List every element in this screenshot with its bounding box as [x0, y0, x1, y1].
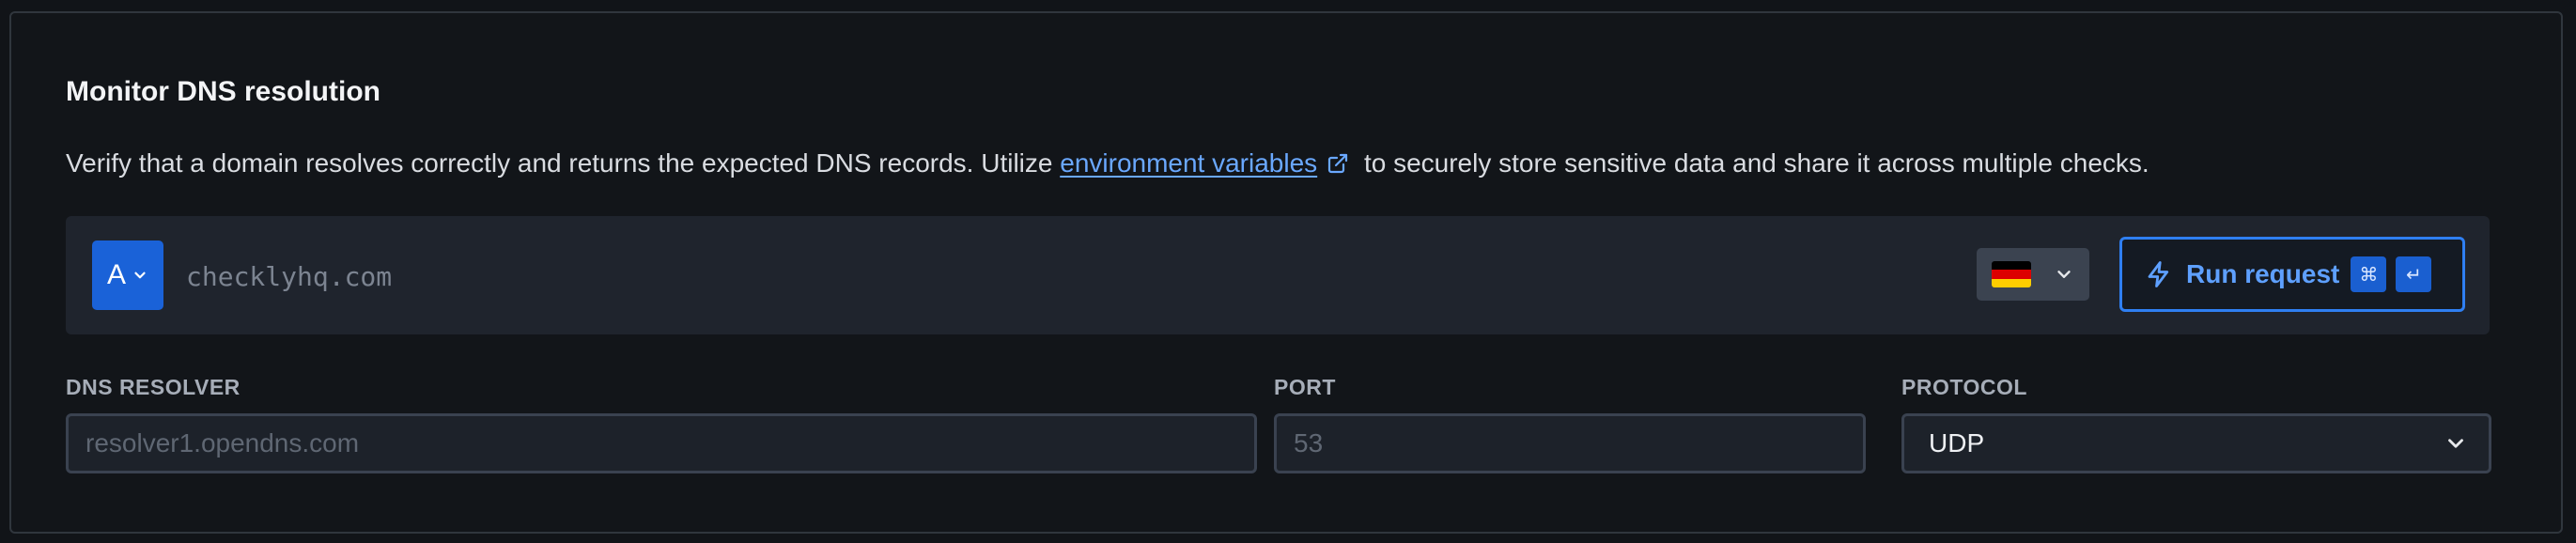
description-text-before: Verify that a domain resolves correctly … — [66, 148, 1061, 178]
protocol-value: UDP — [1929, 428, 1985, 458]
location-select[interactable] — [1977, 248, 2089, 301]
dns-monitor-card: Monitor DNS resolution Verify that a dom… — [9, 11, 2563, 534]
description-text-after: to securely store sensitive data and sha… — [1357, 148, 2149, 178]
run-request-button[interactable]: Run request ⌘ ↵ — [2119, 237, 2465, 312]
section-description: Verify that a domain resolves correctly … — [66, 147, 2149, 180]
protocol-label: PROTOCOL — [1901, 375, 2027, 399]
chevron-down-icon — [2057, 271, 2071, 278]
port-input[interactable] — [1274, 413, 1866, 473]
request-bar: A Run request ⌘ ↵ — [66, 216, 2490, 334]
chevron-down-icon — [134, 272, 146, 279]
dns-resolver-input[interactable] — [66, 413, 1257, 473]
record-type-value: A — [106, 259, 126, 290]
protocol-select[interactable]: UDP — [1901, 413, 2491, 473]
germany-flag-icon — [1992, 261, 2031, 287]
run-request-label: Run request — [2186, 259, 2340, 288]
dns-resolver-label: DNS RESOLVER — [66, 375, 241, 399]
section-title: Monitor DNS resolution — [66, 76, 380, 107]
enter-key-icon: ↵ — [2396, 256, 2432, 292]
external-link-icon[interactable] — [1327, 152, 1349, 175]
record-type-select[interactable]: A — [92, 240, 163, 310]
environment-variables-link[interactable]: environment variables — [1060, 148, 1317, 178]
command-key-icon: ⌘ — [2351, 256, 2387, 292]
lightning-bolt-icon — [2148, 261, 2169, 287]
port-label: PORT — [1274, 375, 1336, 399]
chevron-down-icon — [2448, 439, 2463, 448]
domain-input[interactable] — [184, 240, 1973, 312]
